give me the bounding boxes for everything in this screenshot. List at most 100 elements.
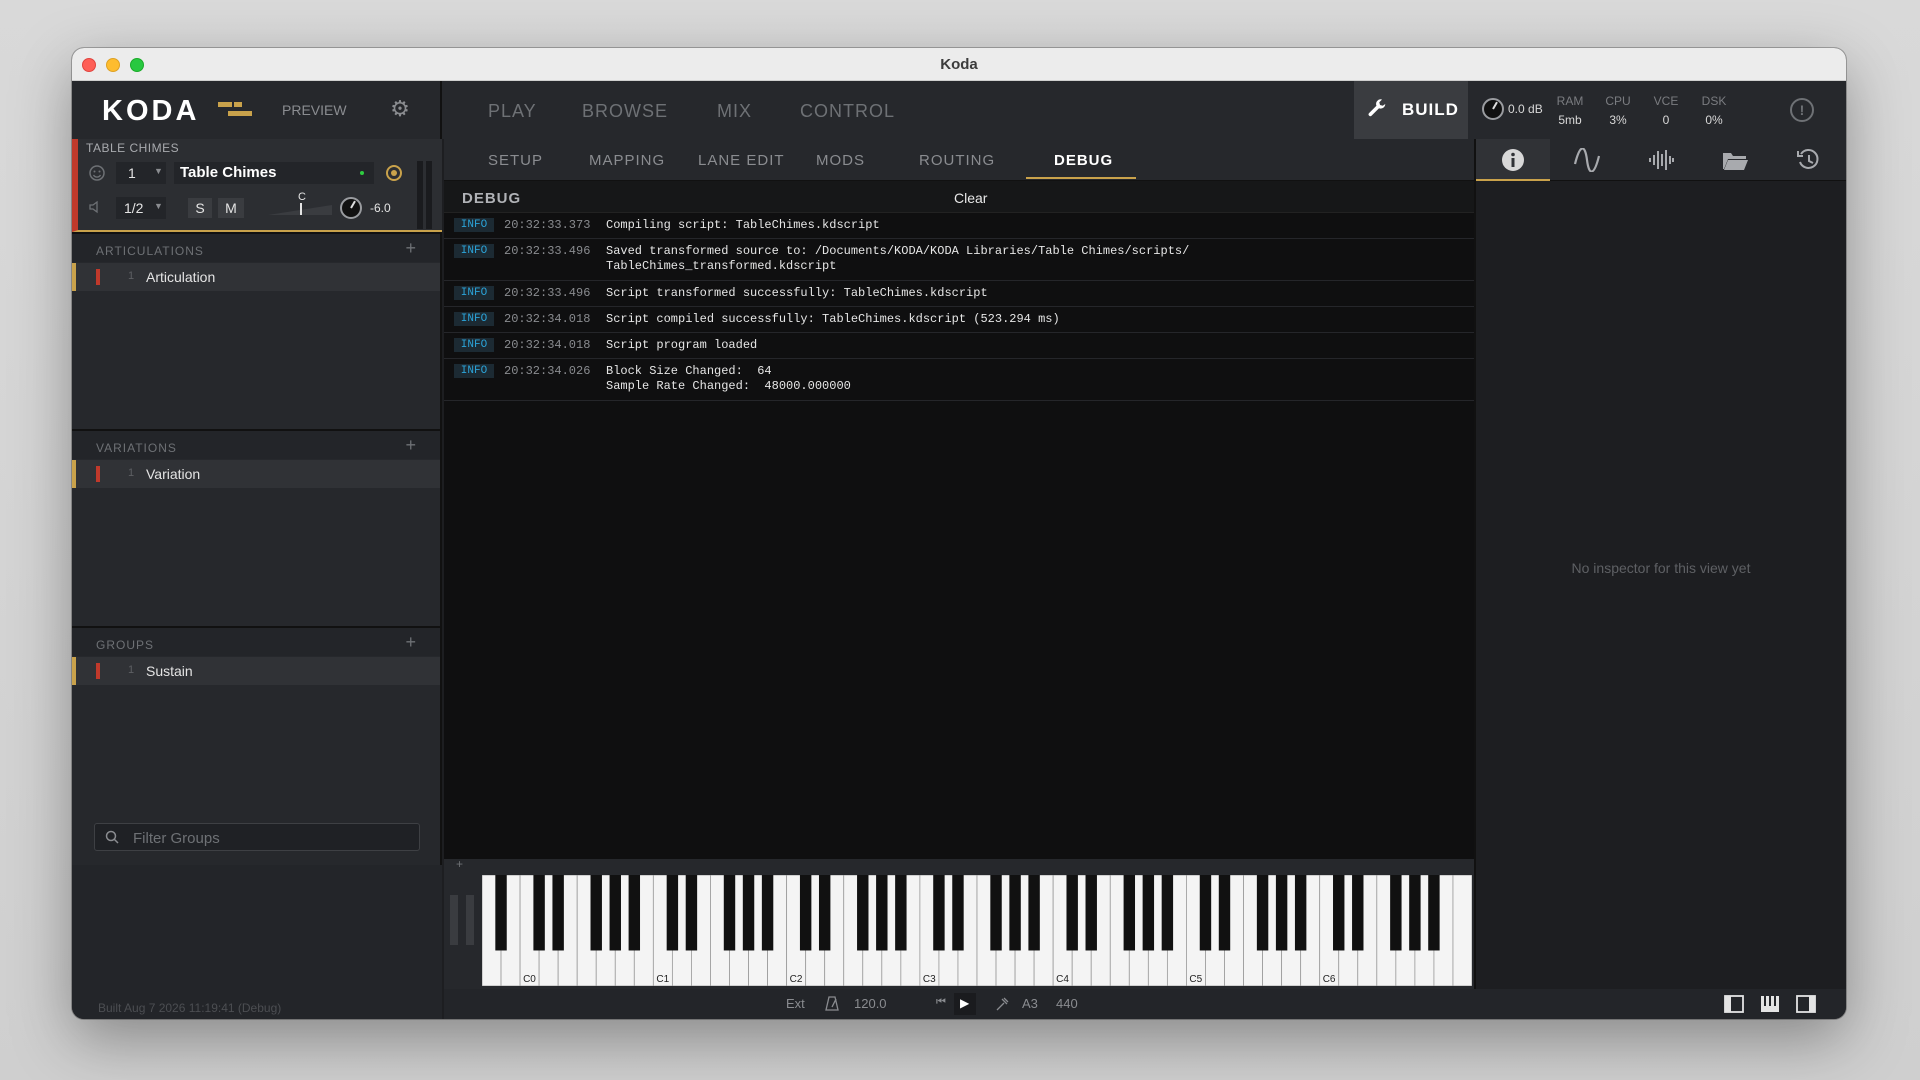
list-item-variation[interactable]: 1 Variation: [72, 460, 440, 488]
black-key[interactable]: [761, 875, 774, 951]
black-key[interactable]: [552, 875, 564, 951]
black-key[interactable]: [990, 875, 1002, 951]
add-variation-button[interactable]: +: [405, 435, 416, 456]
white-key[interactable]: [1452, 875, 1472, 986]
record-arm-button[interactable]: [386, 165, 402, 181]
black-key[interactable]: [1028, 875, 1040, 951]
black-key[interactable]: [818, 875, 831, 951]
black-key[interactable]: [799, 875, 812, 951]
filter-groups-input[interactable]: Filter Groups: [94, 823, 420, 851]
sync-mode[interactable]: Ext: [786, 996, 805, 1011]
black-key[interactable]: [1275, 875, 1288, 951]
debug-header: DEBUG Clear: [444, 181, 1474, 213]
black-key[interactable]: [876, 875, 888, 951]
black-key[interactable]: [933, 875, 945, 951]
black-key[interactable]: [1161, 875, 1174, 951]
black-key[interactable]: [857, 875, 869, 951]
black-key[interactable]: [1142, 875, 1155, 951]
midi-channel-select[interactable]: 1 ▼: [116, 162, 166, 184]
voice-ratio-select[interactable]: 1/2 ▼: [116, 197, 166, 219]
right-panel-toggle-icon[interactable]: [1796, 995, 1816, 1013]
black-key[interactable]: [685, 875, 698, 951]
nav-control[interactable]: CONTROL: [800, 101, 895, 122]
sine-wave-icon: [1573, 148, 1601, 172]
nav-play[interactable]: PLAY: [488, 101, 537, 122]
tab-mods[interactable]: MODS: [816, 152, 865, 169]
rewind-icon[interactable]: ⏮: [936, 996, 946, 1009]
black-key[interactable]: [1009, 875, 1021, 951]
instrument-name-field[interactable]: Table Chimes: [174, 162, 374, 184]
tab-mapping[interactable]: MAPPING: [589, 152, 665, 169]
piano-keyboard[interactable]: C0 C1 C2 C3 C4 C5 C6: [482, 875, 1472, 986]
black-key[interactable]: [1409, 875, 1421, 951]
preview-button[interactable]: PREVIEW: [282, 102, 347, 118]
black-key[interactable]: [1390, 875, 1402, 951]
black-key[interactable]: [1352, 875, 1364, 951]
black-key[interactable]: [723, 875, 736, 951]
tab-info[interactable]: [1476, 139, 1550, 181]
black-key[interactable]: [1428, 875, 1440, 951]
black-key[interactable]: [495, 875, 507, 951]
left-panel-toggle-icon[interactable]: [1724, 995, 1744, 1013]
black-key[interactable]: [895, 875, 907, 951]
debug-title: DEBUG: [462, 190, 522, 207]
black-key[interactable]: [742, 875, 755, 951]
keyboard-toggle-icon[interactable]: [1760, 995, 1780, 1013]
black-key[interactable]: [628, 875, 641, 951]
folder-icon: [1723, 153, 1748, 170]
black-key[interactable]: [1199, 875, 1212, 951]
gear-icon[interactable]: ⚙: [388, 97, 412, 121]
item-label: Articulation: [146, 269, 216, 285]
solo-button[interactable]: S: [188, 198, 212, 218]
nav-mix[interactable]: MIX: [717, 101, 752, 122]
smiley-icon[interactable]: [88, 164, 106, 182]
black-key[interactable]: [952, 875, 964, 951]
stat-vce-label: VCE: [1653, 94, 1679, 108]
mod-wheel[interactable]: [466, 895, 474, 945]
tuning-fork-icon[interactable]: [994, 996, 1010, 1012]
top-bar: KODA PREVIEW ⚙ PLAY BROWSE MIX CONTROL B…: [72, 81, 1846, 139]
speaker-icon[interactable]: [88, 199, 104, 215]
black-key[interactable]: [609, 875, 621, 951]
tab-modulation[interactable]: [1550, 139, 1624, 181]
add-articulation-button[interactable]: +: [405, 238, 416, 259]
nav-browse[interactable]: BROWSE: [582, 101, 668, 122]
black-key[interactable]: [590, 875, 602, 951]
tempo-value[interactable]: 120.0: [854, 996, 887, 1011]
tab-files[interactable]: [1698, 139, 1772, 181]
tab-lane-edit[interactable]: LANE EDIT: [698, 152, 785, 169]
black-key[interactable]: [533, 875, 545, 951]
pan-slider[interactable]: C: [268, 191, 332, 215]
black-key[interactable]: [1218, 875, 1231, 951]
mute-button[interactable]: M: [218, 198, 244, 218]
groups-title: GROUPS: [96, 638, 155, 652]
black-key[interactable]: [1066, 875, 1078, 951]
black-key[interactable]: [1123, 875, 1136, 951]
clear-button[interactable]: Clear: [954, 190, 987, 206]
tab-setup[interactable]: SETUP: [488, 152, 543, 169]
keyboard-add-button[interactable]: +: [456, 857, 463, 871]
master-volume-knob[interactable]: [1482, 98, 1504, 120]
list-item-articulation[interactable]: 1 Articulation: [72, 263, 440, 291]
tuning-note[interactable]: A3: [1022, 996, 1038, 1011]
play-button[interactable]: ▶: [954, 993, 976, 1015]
alert-icon[interactable]: !: [1790, 98, 1814, 122]
tuning-frequency[interactable]: 440: [1056, 996, 1078, 1011]
black-key[interactable]: [1256, 875, 1269, 951]
gain-knob[interactable]: [340, 197, 362, 219]
pan-handle[interactable]: [300, 203, 302, 215]
log-timestamp: 20:32:34.026: [504, 364, 591, 378]
black-key[interactable]: [1085, 875, 1097, 951]
tab-routing[interactable]: ROUTING: [919, 152, 995, 169]
metronome-icon[interactable]: [824, 995, 840, 1011]
tab-history[interactable]: [1772, 139, 1846, 181]
black-key[interactable]: [1333, 875, 1345, 951]
tab-samples[interactable]: [1624, 139, 1698, 181]
black-key[interactable]: [666, 875, 679, 951]
black-key[interactable]: [1294, 875, 1307, 951]
tab-debug[interactable]: DEBUG: [1054, 152, 1113, 169]
list-item-group[interactable]: 1 Sustain: [72, 657, 440, 685]
add-group-button[interactable]: +: [405, 632, 416, 653]
pitch-wheel[interactable]: [450, 895, 458, 945]
build-button[interactable]: BUILD: [1354, 81, 1468, 139]
